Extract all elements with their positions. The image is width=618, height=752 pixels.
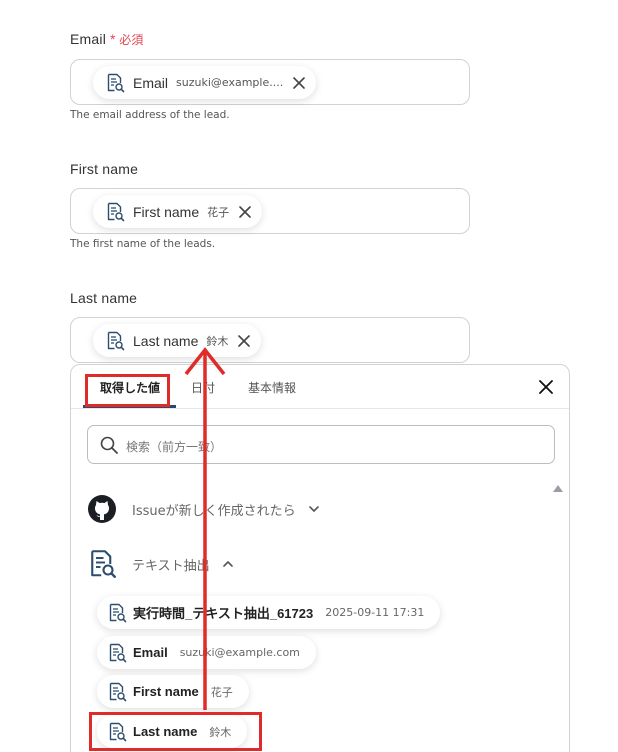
document-search-icon (105, 202, 125, 222)
search-placeholder: 検索（前方一致） (126, 440, 223, 454)
value-item-value: 花子 (210, 685, 233, 699)
value-item-email[interactable]: Email suzuki@example.com (97, 636, 316, 669)
value-item-first-name[interactable]: First name 花子 (97, 675, 249, 708)
active-tab-indicator (83, 405, 176, 408)
last-name-label: Last name (70, 290, 138, 306)
chip-value: 花子 (207, 205, 230, 219)
value-item-execution-time[interactable]: 実行時間_テキスト抽出_61723 2025-09-11 17:31 (97, 596, 441, 629)
first-name-field[interactable]: First name 花子 (70, 188, 470, 234)
chip-value: 鈴木 (206, 334, 229, 348)
chevron-down-icon (307, 502, 321, 516)
chevron-up-icon (221, 557, 235, 571)
picker-tabs: 取得した値 日付 基本情報 (71, 365, 569, 409)
value-item-name: First name (133, 684, 199, 699)
required-text: 必須 (119, 33, 144, 47)
group-issue-created[interactable]: Issueが新しく作成されたら (87, 494, 321, 524)
remove-chip-icon[interactable] (292, 76, 306, 90)
first-name-label: First name (70, 161, 139, 177)
group-name: テキスト抽出 (132, 558, 210, 574)
email-label: Email * 必須 (70, 31, 144, 48)
github-icon (87, 494, 117, 524)
document-search-icon (107, 643, 127, 663)
chip-value: suzuki@example.... (176, 76, 284, 89)
email-helper-text: The email address of the lead. (70, 109, 230, 121)
tab-retrieved-values[interactable]: 取得した値 (100, 379, 160, 396)
document-search-icon (107, 722, 127, 742)
document-search-icon (105, 73, 125, 93)
value-item-value: suzuki@example.com (179, 646, 300, 659)
email-field[interactable]: Email suzuki@example.... (70, 59, 470, 105)
tab-basic-info[interactable]: 基本情報 (248, 379, 296, 396)
remove-chip-icon[interactable] (238, 205, 252, 219)
remove-chip-icon[interactable] (237, 334, 251, 348)
value-item-name: Email (133, 645, 168, 660)
email-value-chip[interactable]: Email suzuki@example.... (93, 66, 317, 99)
search-input[interactable]: 検索（前方一致） (87, 425, 555, 464)
required-asterisk: * (110, 31, 116, 47)
chip-name: Last name (133, 332, 199, 349)
value-item-name: Last name (133, 724, 198, 739)
chip-name: First name (133, 203, 200, 220)
close-icon[interactable] (537, 378, 555, 396)
group-name: Issueが新しく作成されたら (132, 503, 296, 519)
value-item-name: 実行時間_テキスト抽出_61723 (133, 606, 314, 621)
tab-date[interactable]: 日付 (191, 379, 215, 396)
scroll-up-arrow[interactable] (553, 485, 563, 492)
email-label-text: Email (70, 31, 107, 47)
last-name-value-chip[interactable]: Last name 鈴木 (93, 324, 262, 357)
required-indicator: * 必須 (110, 31, 144, 47)
search-icon (99, 435, 119, 455)
value-picker-panel: 取得した値 日付 基本情報 検索（前方一致） Issueが新しく作成されたら テ… (70, 364, 570, 752)
group-text-extraction[interactable]: テキスト抽出 (87, 549, 235, 579)
document-search-icon (107, 682, 127, 702)
chip-name: Email (133, 74, 169, 91)
first-name-helper-text: The first name of the leads. (70, 238, 216, 250)
value-item-last-name[interactable]: Last name 鈴木 (97, 715, 248, 748)
last-name-field[interactable]: Last name 鈴木 (70, 317, 470, 363)
first-name-value-chip[interactable]: First name 花子 (93, 195, 263, 228)
document-search-icon (87, 549, 117, 579)
value-item-value: 2025-09-11 17:31 (325, 606, 425, 619)
document-search-icon (107, 603, 127, 623)
value-item-value: 鈴木 (209, 725, 232, 739)
document-search-icon (105, 331, 125, 351)
